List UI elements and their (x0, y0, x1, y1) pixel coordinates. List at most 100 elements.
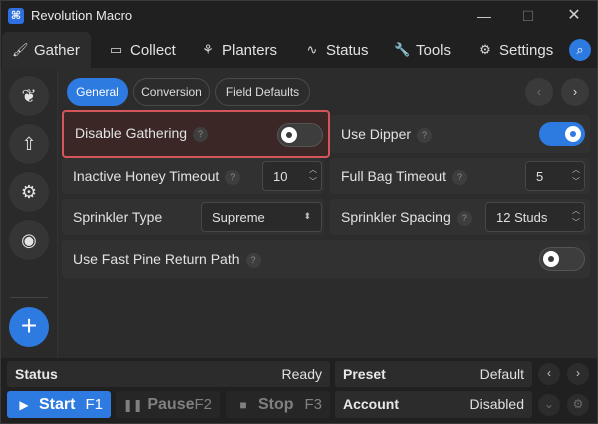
help-icon[interactable]: ? (193, 126, 209, 142)
title-bar: ⌘ Revolution Macro — ☐ ✕ (0, 0, 598, 32)
tab-label: Status (326, 41, 369, 59)
stop-hotkey: F3 (304, 396, 322, 413)
subtab-field-defaults[interactable]: Field Defaults (215, 78, 310, 106)
status-label: Status (15, 366, 58, 382)
gear-icon: ⚙ (479, 42, 491, 57)
bottom-bar: Status Ready Preset Default ‹ › ▶ Start … (0, 358, 598, 424)
add-button[interactable]: + (9, 307, 49, 347)
help-icon[interactable]: ? (456, 210, 472, 226)
status-bar: Status Ready (7, 361, 330, 387)
tab-tools[interactable]: 🔧 Tools (384, 32, 461, 68)
gear-icon: ⚙ (20, 182, 38, 202)
plant-icon: ⚘ (202, 42, 214, 57)
chevron-down-icon[interactable]: ﹀ (571, 217, 581, 229)
sprinkler-spacing-label: Sprinkler Spacing (341, 209, 451, 225)
tab-status[interactable]: ∿ Status (294, 32, 379, 68)
search-icon: ⌕ (576, 42, 584, 57)
main-tab-bar: 🖌 Gather ▭ Collect ⚘ Planters ∿ Status 🔧… (0, 32, 598, 68)
tab-gather[interactable]: 🖌 Gather (2, 32, 91, 68)
left-rail: ❦ ⇧ ⚙ ◉ + (0, 68, 58, 358)
sprout-icon: ❦ (21, 86, 37, 106)
stepper-value: 12 Studs (496, 210, 548, 225)
plus-icon: + (20, 310, 38, 341)
view-button[interactable]: ◉ (9, 220, 49, 260)
search-button[interactable]: ⌕ (569, 39, 591, 61)
sprinkler-type-row: Sprinkler Type Supreme ⬍ (62, 199, 324, 235)
chevron-left-icon: ‹ (547, 366, 551, 380)
tab-label: Planters (222, 41, 278, 59)
full-bag-timeout-stepper[interactable]: 5 ︿ ﹀ (525, 161, 585, 191)
preset-prev-button[interactable]: ‹ (538, 363, 560, 385)
eye-scan-icon: ◉ (21, 230, 37, 250)
up-arrow-icon: ⇧ (21, 134, 37, 154)
start-button[interactable]: ▶ Start F1 (7, 391, 111, 418)
close-button[interactable]: ✕ (560, 4, 588, 28)
up-arrow-button[interactable]: ⇧ (9, 124, 49, 164)
maximize-button[interactable]: ☐ (514, 4, 542, 28)
stop-button[interactable]: ■ Stop F3 (226, 391, 330, 418)
pause-label: Pause (147, 395, 195, 413)
help-icon[interactable]: ? (245, 252, 261, 268)
subtab-conversion[interactable]: Conversion (133, 78, 210, 106)
tab-collect[interactable]: ▭ Collect (98, 32, 186, 68)
subtab-general[interactable]: General (67, 78, 128, 106)
app-logo-icon: ⌘ (8, 8, 24, 24)
disable-gathering-label: Disable Gathering (75, 125, 188, 141)
use-dipper-label: Use Dipper (341, 126, 412, 142)
wrench-icon: 🔧 (394, 42, 411, 57)
stepper-value: 5 (536, 169, 544, 184)
help-icon[interactable]: ? (417, 127, 433, 143)
fast-pine-row: Use Fast Pine Return Path? (62, 240, 590, 278)
minimize-button[interactable]: — (470, 4, 498, 28)
tab-label: Collect (130, 41, 176, 59)
chevron-up-icon[interactable]: ︿ (571, 205, 581, 217)
preset-bar[interactable]: Preset Default (335, 361, 532, 387)
chevron-down-icon[interactable]: ﹀ (571, 176, 581, 188)
chevron-down-icon: ⌄ (543, 397, 555, 411)
account-bar[interactable]: Account Disabled (335, 391, 532, 418)
prev-page-button[interactable]: ‹ (525, 78, 553, 106)
ticket-icon: ▭ (109, 42, 123, 57)
sprout-button[interactable]: ❦ (9, 76, 49, 116)
settings-rail-button[interactable]: ⚙ (9, 172, 49, 212)
brush-icon: 🖌 (12, 42, 29, 57)
account-settings-button[interactable]: ⚙ (567, 394, 589, 416)
inactive-honey-timeout-stepper[interactable]: 10 ︿ ﹀ (262, 161, 322, 191)
tab-settings[interactable]: ⚙ Settings (467, 32, 563, 68)
chevron-right-icon: › (576, 366, 580, 380)
fast-pine-toggle[interactable] (539, 247, 585, 271)
play-icon: ▶ (19, 397, 29, 412)
tab-planters[interactable]: ⚘ Planters (190, 32, 287, 68)
stop-icon: ■ (239, 397, 247, 412)
inactive-honey-timeout-row: Inactive Honey Timeout? 10 ︿ ﹀ (62, 158, 324, 194)
help-icon[interactable]: ? (225, 169, 241, 185)
fast-pine-label: Use Fast Pine Return Path (73, 251, 240, 267)
gear-icon: ⚙ (572, 397, 584, 411)
preset-label: Preset (343, 366, 386, 382)
sprinkler-spacing-row: Sprinkler Spacing? 12 Studs ︿ ﹀ (330, 199, 590, 235)
chevron-down-icon[interactable]: ﹀ (308, 176, 318, 188)
toggle-knob (565, 126, 581, 142)
window-title: Revolution Macro (31, 8, 133, 23)
next-page-button[interactable]: › (561, 78, 589, 106)
sprinkler-type-label: Sprinkler Type (73, 209, 163, 225)
chevron-up-icon[interactable]: ︿ (308, 164, 318, 176)
stepper-value: 10 (273, 169, 288, 184)
preset-next-button[interactable]: › (567, 363, 589, 385)
pause-button[interactable]: ❚❚ Pause F2 (116, 391, 220, 418)
use-dipper-row: Use Dipper? (330, 115, 590, 153)
sprinkler-spacing-stepper[interactable]: 12 Studs ︿ ﹀ (485, 202, 585, 232)
tab-label: Gather (34, 41, 80, 59)
help-icon[interactable]: ? (452, 169, 468, 185)
disable-gathering-row: Disable Gathering? (62, 110, 330, 158)
full-bag-timeout-row: Full Bag Timeout? 5 ︿ ﹀ (330, 158, 590, 194)
sprinkler-type-select[interactable]: Supreme ⬍ (201, 202, 322, 232)
disable-gathering-toggle[interactable] (277, 123, 323, 147)
toggle-knob (281, 127, 297, 143)
pause-icon: ❚❚ (122, 397, 143, 412)
chevron-left-icon: ‹ (536, 84, 542, 99)
account-dropdown-button[interactable]: ⌄ (538, 394, 560, 416)
use-dipper-toggle[interactable] (539, 122, 585, 146)
chevron-up-icon[interactable]: ︿ (571, 164, 581, 176)
tab-label: Settings (499, 41, 554, 59)
